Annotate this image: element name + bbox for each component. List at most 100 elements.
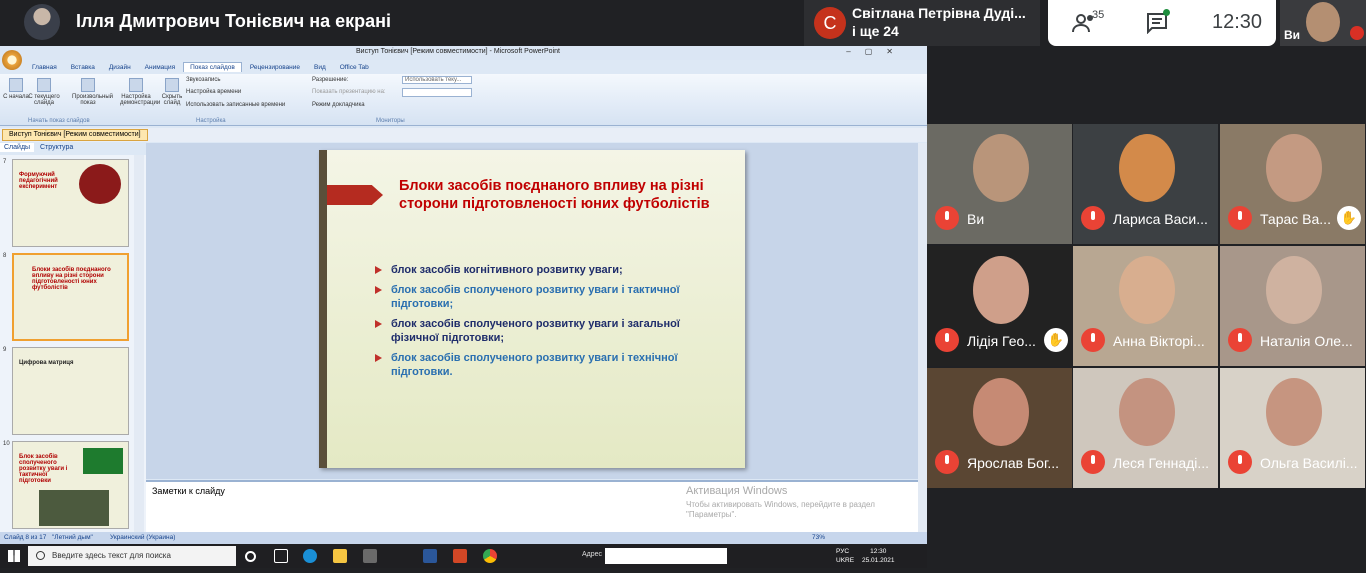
mic-off-icon (935, 328, 959, 352)
show-on-select[interactable] (402, 88, 472, 97)
participant-tile[interactable]: Анна Вікторі...✋ (1073, 246, 1218, 366)
setup-show-button[interactable]: Настройка демонстрации (120, 78, 160, 106)
speaker-avatar: С (814, 7, 846, 39)
word-icon[interactable] (423, 549, 437, 563)
notes-placeholder: Заметки к слайду (152, 486, 225, 496)
address-input[interactable] (605, 548, 727, 564)
slide-thumbnail[interactable]: Формуючий педагогічний експеримент (12, 159, 129, 247)
taskbar-search-box[interactable]: Введите здесь текст для поиска (28, 546, 236, 566)
slide-thumbnail-selected[interactable]: Блоки засобів поєднаного впливу на різні… (12, 253, 129, 341)
thumb-number: 9 (3, 347, 7, 353)
participant-tile[interactable]: Леся Геннаді...✋ (1073, 368, 1218, 488)
custom-show-icon (81, 78, 95, 92)
emblem-image (79, 164, 121, 204)
tab-slides[interactable]: Слайды (0, 143, 35, 152)
bullet-item: блок засобів сполученого розвитку уваги … (375, 317, 725, 345)
participants-count: 35 (1092, 9, 1105, 21)
hide-slide-button[interactable]: Скрыть слайд (156, 78, 188, 106)
mic-off-icon (1081, 450, 1105, 474)
slide-counter: Слайд 8 из 17 (4, 534, 47, 541)
participant-tile[interactable]: Тарас Ва... ✋ (1220, 124, 1365, 244)
tab-insert[interactable]: Вставка (65, 63, 101, 72)
cortana-icon[interactable] (245, 551, 256, 562)
store-icon[interactable] (363, 549, 377, 563)
window-buttons[interactable]: –▢✕ (846, 47, 907, 56)
slide-scrollbar[interactable] (918, 143, 927, 544)
participant-name: Ярослав Бог... (967, 455, 1060, 471)
activation-watermark-title: Активация Windows (686, 485, 788, 497)
current-slide[interactable]: Блоки засобів поєднаного впливу на різні… (319, 150, 745, 468)
mic-off-icon (935, 450, 959, 474)
tray-language[interactable]: РУС UKRE (836, 547, 854, 565)
mic-off-icon (1228, 450, 1252, 474)
rehearse-timings[interactable]: Настройка времени (186, 89, 241, 95)
office-button-icon[interactable] (2, 50, 22, 70)
tray-clock[interactable]: 12:30 25.01.2021 (862, 547, 895, 565)
address-label: Адрес (582, 551, 603, 558)
presenter-view-checkbox[interactable]: Режим докладчика (312, 102, 365, 108)
participant-name: Ольга Василі... (1260, 455, 1358, 471)
task-view-icon[interactable] (274, 549, 288, 563)
windows-start-icon[interactable] (8, 550, 20, 562)
participant-tile[interactable]: Ярослав Бог...✋ (927, 368, 1072, 488)
slide-thumbnail[interactable]: Цифрова матриця (12, 347, 129, 435)
mic-off-icon (1350, 26, 1364, 40)
self-preview-tile[interactable]: Ви (1280, 0, 1366, 46)
group-setup: Настройка (196, 118, 226, 124)
play-icon (9, 78, 23, 92)
tab-outline[interactable]: Структура (36, 143, 77, 152)
self-label: Ви (1284, 28, 1301, 42)
record-narration[interactable]: Звукозапись (186, 77, 220, 83)
tab-animation[interactable]: Анимация (139, 63, 182, 72)
chrome-icon[interactable] (483, 549, 497, 563)
participant-face (1266, 134, 1322, 202)
document-tab[interactable]: Виступ Тонієвич [Режим совместимости] (2, 129, 148, 141)
participant-face (973, 134, 1029, 202)
group-monitors: Мониторы (376, 118, 405, 124)
participant-name: Леся Геннаді... (1113, 455, 1210, 471)
resolution-select[interactable]: Использовать теку... (402, 76, 472, 84)
tab-home[interactable]: Главная (26, 63, 63, 72)
thumbnails-scrollbar[interactable] (134, 155, 144, 532)
participant-tile[interactable]: Лідія Гео... ✋ (927, 246, 1072, 366)
chat-unread-dot (1163, 9, 1170, 16)
notes-pane[interactable]: Заметки к слайду Активация Windows Чтобы… (146, 480, 918, 532)
edge-icon[interactable] (303, 549, 317, 563)
file-explorer-icon[interactable] (333, 549, 347, 563)
participant-face (1266, 378, 1322, 446)
from-current-button[interactable]: С текущего слайда (28, 78, 60, 106)
slide-thumbnail[interactable]: Блок засобів сполученого розвитку уваги … (12, 441, 129, 529)
search-placeholder: Введите здесь текст для поиска (52, 551, 171, 560)
participant-tile[interactable]: Ви✋ (927, 124, 1072, 244)
tab-view[interactable]: Вид (308, 63, 332, 72)
tab-review[interactable]: Рецензирование (244, 63, 306, 72)
tab-slideshow[interactable]: Показ слайдов (183, 62, 242, 72)
title-arrow-shape (327, 185, 383, 205)
tab-design[interactable]: Дизайн (103, 63, 137, 72)
thumb-number: 8 (3, 253, 7, 259)
meet-top-bar: Ілля Дмитрович Тонієвич на екрані С Світ… (0, 0, 1366, 46)
zoom-level[interactable]: 73% (812, 534, 825, 541)
active-speaker-card[interactable]: С Світлана Петрівна Дуді... і ще 24 (804, 0, 1040, 46)
participant-tile[interactable]: Ольга Василі...✋ (1220, 368, 1365, 488)
raised-hand-icon: ✋ (1044, 328, 1068, 352)
search-icon (36, 551, 45, 560)
tab-office-tab[interactable]: Office Tab (334, 63, 375, 72)
ribbon-tabs: Главная Вставка Дизайн Анимация Показ сл… (26, 62, 375, 74)
thumb-number: 7 (3, 159, 7, 165)
self-face (1306, 2, 1340, 42)
speaker-more-count: і ще 24 (852, 23, 899, 39)
thumb-number: 10 (3, 441, 10, 447)
powerpoint-icon[interactable] (453, 549, 467, 563)
custom-show-button[interactable]: Произвольный показ (72, 78, 113, 106)
slide-title: Блоки засобів поєднаного впливу на різні… (399, 178, 710, 212)
participant-name: Лариса Васи... (1113, 211, 1208, 227)
language-status[interactable]: Украинский (Украина) (110, 534, 175, 541)
participant-tile[interactable]: Лариса Васи...✋ (1073, 124, 1218, 244)
bullet-item: блок засобів сполученого розвитку уваги … (375, 351, 725, 379)
participant-tile[interactable]: Наталія Оле...✋ (1220, 246, 1365, 366)
slide-thumbnails: 7 Формуючий педагогічний експеримент 8 Б… (0, 155, 146, 532)
participant-face (973, 378, 1029, 446)
use-timings-checkbox[interactable]: Использовать записанные времени (186, 102, 285, 108)
document-tabstrip: Виступ Тонієвич [Режим совместимости] (0, 128, 927, 142)
